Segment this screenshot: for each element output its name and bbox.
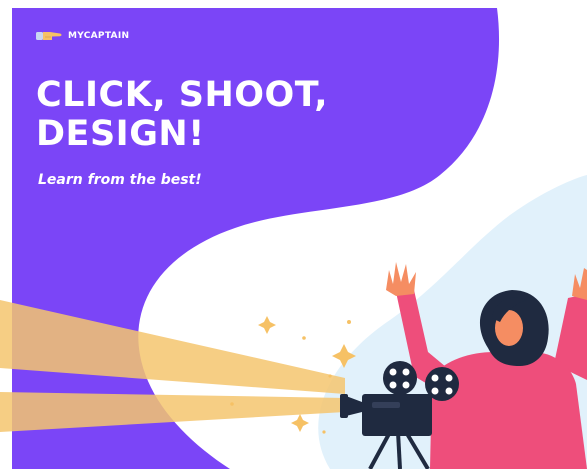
illustration <box>0 262 587 469</box>
promo-banner: MYCAPTAIN CLICK, SHOOT, DESIGN! Learn fr… <box>0 0 587 469</box>
woman-with-raised-arms-icon <box>386 262 587 469</box>
light-beam-icon <box>0 300 345 432</box>
